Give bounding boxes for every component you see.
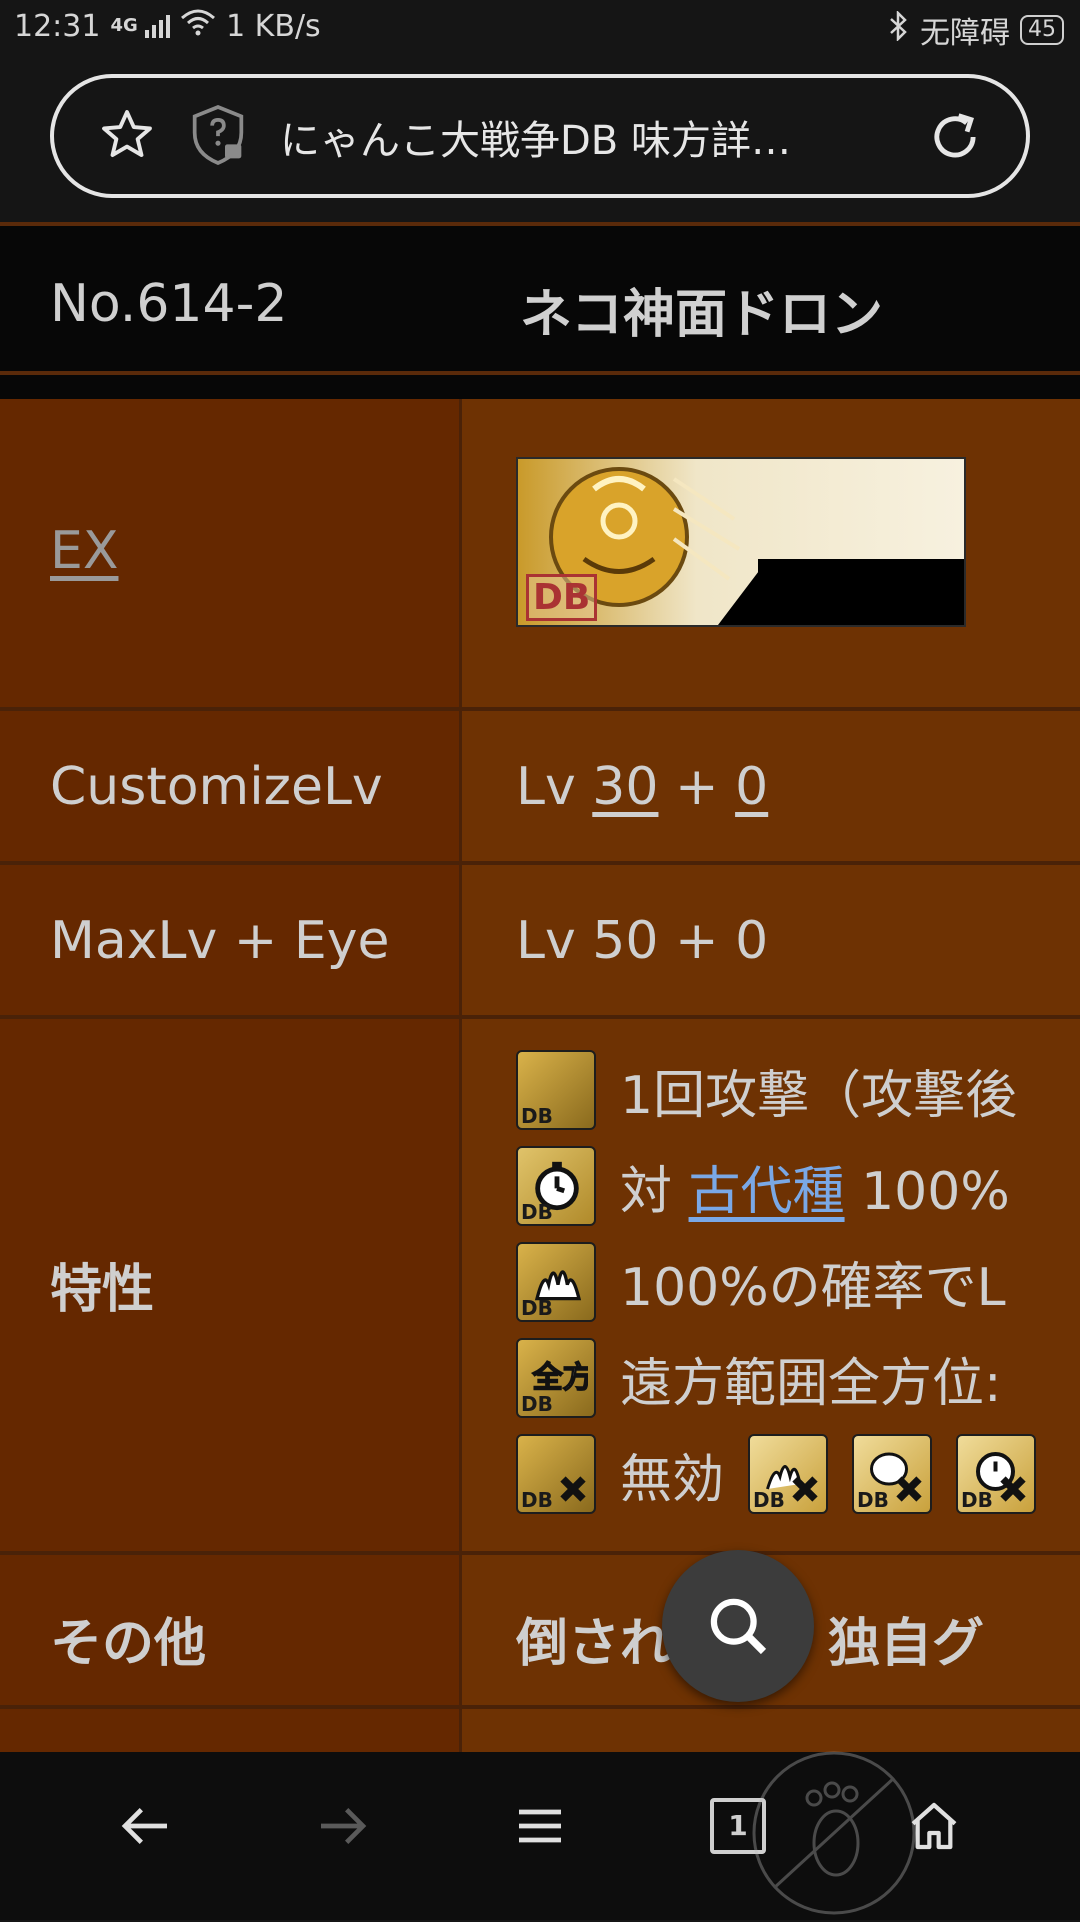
forward-arrow-icon[interactable]	[312, 1798, 372, 1858]
back-arrow-icon[interactable]	[116, 1798, 176, 1858]
traits-row: 特性 DB 1回攻撃（攻撃後 DB 対 古代種 100% DB 100%の確率で…	[0, 1019, 1080, 1555]
trait-text: 100%の確率でL	[620, 1257, 1006, 1318]
customize-label: CustomizeLv	[50, 757, 383, 817]
ex-link[interactable]: EX	[50, 521, 118, 581]
maxlv-value: Lv 50 + 0	[516, 911, 769, 971]
trait-item: 全方 DB 遠方範囲全方位:	[516, 1337, 1002, 1419]
foot-watermark-icon	[744, 1748, 924, 1922]
wifi-icon	[180, 8, 216, 44]
trait-text: 無効	[620, 1449, 725, 1510]
customize-bonus-select[interactable]: 0	[735, 757, 768, 817]
signal-icon: 4G	[110, 14, 171, 38]
other-row: その他 倒され 時、独自グ	[0, 1555, 1080, 1709]
search-icon	[710, 1598, 767, 1655]
unit-icon-image: DB	[516, 457, 966, 627]
svg-text:全方: 全方	[531, 1360, 588, 1396]
freeze-immune-icon: DB	[956, 1434, 1037, 1514]
next-row	[0, 1709, 1080, 1752]
trait-text: 遠方範囲全方位:	[620, 1353, 1002, 1414]
accessibility-label: 无障碍	[920, 16, 1010, 51]
trait-item: DB 1回攻撃（攻撃後	[516, 1049, 1017, 1131]
traits-label: 特性	[50, 1260, 155, 1320]
knockback-immune-icon: DB	[852, 1434, 933, 1514]
bottom-navigation: 1	[0, 1751, 1080, 1920]
browser-toolbar: にゃんこ大戦争DB 味方詳…	[0, 56, 1080, 222]
wave-icon: DB	[516, 1242, 596, 1322]
header-divider	[0, 375, 1080, 399]
unit-name: ネコ神面ドロン	[520, 285, 883, 345]
trait-text: 1回攻撃（攻撃後	[620, 1065, 1018, 1126]
maxlv-label: MaxLv + Eye	[50, 911, 390, 971]
omni-range-icon: 全方 DB	[516, 1338, 596, 1418]
reload-icon[interactable]	[926, 108, 984, 170]
address-bar[interactable]: にゃんこ大戦争DB 味方詳…	[50, 74, 1030, 198]
menu-icon[interactable]	[510, 1798, 570, 1858]
page-content: No.614-2 ネコ神面ドロン EX DB CustomizeLv Lv 30…	[0, 222, 1080, 1752]
customize-level-select[interactable]: 30	[592, 757, 658, 817]
status-bar: 12:31 4G 1 KB/s 无障碍 45	[0, 0, 1080, 56]
star-icon[interactable]	[98, 106, 156, 168]
stopwatch-icon: DB	[516, 1146, 596, 1226]
trait-text: 100%	[861, 1161, 1010, 1222]
page-title[interactable]: にゃんこ大戦争DB 味方詳…	[280, 108, 930, 166]
bluetooth-icon	[888, 9, 910, 49]
network-speed: 1 KB/s	[226, 8, 321, 44]
trait-item: DB 100%の確率でL	[516, 1241, 1006, 1323]
battery-icon: 45	[1020, 15, 1064, 45]
immune-icon: DB	[516, 1434, 596, 1514]
trait-item: DB 対 古代種 100%	[516, 1145, 1010, 1227]
customize-plus: +	[674, 757, 719, 817]
shield-question-icon[interactable]	[190, 104, 246, 170]
single-attack-icon: DB	[516, 1050, 596, 1130]
other-label: その他	[50, 1614, 207, 1674]
db-badge: DB	[526, 574, 598, 621]
home-icon[interactable]	[902, 1798, 966, 1858]
ex-row: EX DB	[0, 399, 1080, 711]
maxlv-row: MaxLv + Eye Lv 50 + 0	[0, 865, 1080, 1019]
customize-prefix: Lv	[516, 757, 576, 817]
unit-number: No.614-2	[50, 274, 288, 334]
trait-item: DB 無効 DB DB DB	[516, 1433, 1037, 1515]
status-time: 12:31	[14, 8, 101, 44]
customize-row: CustomizeLv Lv 30 + 0	[0, 711, 1080, 865]
trait-text: 対	[620, 1161, 673, 1222]
ancient-type-link[interactable]: 古代種	[689, 1162, 845, 1222]
wave-immune-icon: DB	[748, 1434, 829, 1514]
unit-header: No.614-2 ネコ神面ドロン	[0, 222, 1080, 375]
search-button[interactable]	[662, 1550, 814, 1702]
